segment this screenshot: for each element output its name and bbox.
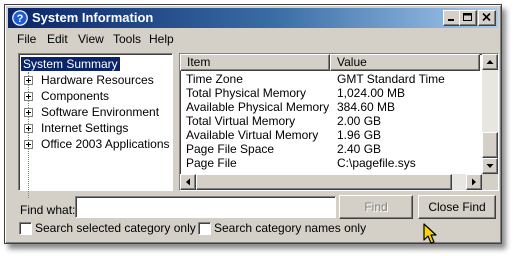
item-cell: Total Physical Memory xyxy=(186,86,307,100)
menu-file[interactable]: File xyxy=(14,32,39,46)
scroll-up-button[interactable] xyxy=(482,54,498,70)
category-tree[interactable]: System Summary Hardware Resources Compon… xyxy=(18,53,173,198)
menu-tools[interactable]: Tools xyxy=(110,32,144,46)
maximize-icon xyxy=(463,13,472,21)
menu-view[interactable]: View xyxy=(75,32,107,46)
value-cell: GMT Standard Time xyxy=(337,72,445,86)
find-label: Find what: xyxy=(20,203,76,217)
menu-help[interactable]: Help xyxy=(146,32,177,46)
scroll-right-button[interactable] xyxy=(466,174,482,190)
column-header-value[interactable]: Value xyxy=(330,54,480,71)
item-cell: Page File xyxy=(186,156,237,170)
expand-plus-icon[interactable] xyxy=(24,140,33,149)
item-cell: Available Physical Memory xyxy=(186,100,330,114)
table-row[interactable]: Total Virtual Memory 2.00 GB xyxy=(180,114,480,128)
search-category-names-checkbox[interactable] xyxy=(198,222,211,235)
table-row[interactable]: Page File C:\pagefile.sys xyxy=(180,156,480,170)
find-button[interactable]: Find xyxy=(339,195,413,219)
horizontal-scroll-thumb[interactable] xyxy=(196,174,452,190)
tree-item-system-summary[interactable]: System Summary xyxy=(21,57,120,71)
value-cell: 2.00 GB xyxy=(337,114,382,128)
scroll-down-button[interactable] xyxy=(482,158,498,174)
search-selected-category-checkbox[interactable] xyxy=(19,222,32,235)
tree-item-label: Components xyxy=(41,89,110,103)
find-what-input[interactable] xyxy=(75,196,336,218)
item-cell: Available Virtual Memory xyxy=(186,128,319,142)
maximize-button[interactable] xyxy=(459,10,477,26)
close-find-button[interactable]: Close Find xyxy=(418,195,496,219)
arrow-up-icon xyxy=(486,60,494,64)
svg-text:?: ? xyxy=(17,13,24,25)
scroll-left-button[interactable] xyxy=(180,174,196,190)
list-header: Item Value xyxy=(180,54,480,71)
expand-plus-icon[interactable] xyxy=(24,124,33,133)
expand-plus-icon[interactable] xyxy=(24,108,33,117)
tree-item-label: Internet Settings xyxy=(41,121,129,135)
tree-item-label: Office 2003 Applications xyxy=(41,137,170,151)
item-cell: Page File Space xyxy=(186,142,275,156)
search-selected-category-label: Search selected category only xyxy=(35,221,196,235)
tree-item-label: Hardware Resources xyxy=(41,73,154,87)
help-question-icon: ? xyxy=(12,10,28,26)
menu-edit[interactable]: Edit xyxy=(44,32,71,46)
value-cell: C:\pagefile.sys xyxy=(337,156,416,170)
scrollbar-corner xyxy=(482,174,498,190)
tree-item-label: Software Environment xyxy=(41,105,160,119)
table-row[interactable]: Page File Space 2.40 GB xyxy=(180,142,480,156)
expand-plus-icon[interactable] xyxy=(24,92,33,101)
expand-plus-icon[interactable] xyxy=(24,76,33,85)
menu-bar: File Edit View Tools Help xyxy=(8,29,498,49)
details-list[interactable]: Item Value Time Zone GMT Standard Time T… xyxy=(179,53,499,191)
search-category-names-label: Search category names only xyxy=(214,221,367,235)
value-cell: 2.40 GB xyxy=(337,142,382,156)
item-cell: Time Zone xyxy=(186,72,243,86)
vertical-scrollbar[interactable] xyxy=(482,54,498,174)
minimize-icon xyxy=(448,19,454,21)
table-row[interactable]: Total Physical Memory 1,024.00 MB xyxy=(180,86,480,100)
tree-connector-line xyxy=(28,72,30,198)
column-header-item[interactable]: Item xyxy=(180,54,330,71)
table-row[interactable]: Available Physical Memory 384.60 MB xyxy=(180,100,480,114)
table-row[interactable]: Available Virtual Memory 1.96 GB xyxy=(180,128,480,142)
horizontal-scrollbar[interactable] xyxy=(180,174,482,190)
arrow-right-icon xyxy=(472,178,476,186)
value-cell: 1.96 GB xyxy=(337,128,382,142)
item-cell: Total Virtual Memory xyxy=(186,114,296,128)
value-cell: 1,024.00 MB xyxy=(337,86,406,100)
close-button[interactable] xyxy=(478,10,496,26)
mouse-cursor-icon xyxy=(423,223,437,244)
table-row[interactable]: Time Zone GMT Standard Time xyxy=(180,72,480,86)
window-title: System Information xyxy=(32,10,154,25)
arrow-left-icon xyxy=(186,178,190,186)
close-icon xyxy=(482,13,491,22)
value-cell: 384.60 MB xyxy=(337,100,396,114)
vertical-scroll-thumb[interactable] xyxy=(482,132,498,158)
system-information-window: ? System Information File Edit View Tool… xyxy=(4,4,502,244)
title-bar[interactable]: ? System Information xyxy=(8,8,498,28)
arrow-down-icon xyxy=(486,164,494,168)
